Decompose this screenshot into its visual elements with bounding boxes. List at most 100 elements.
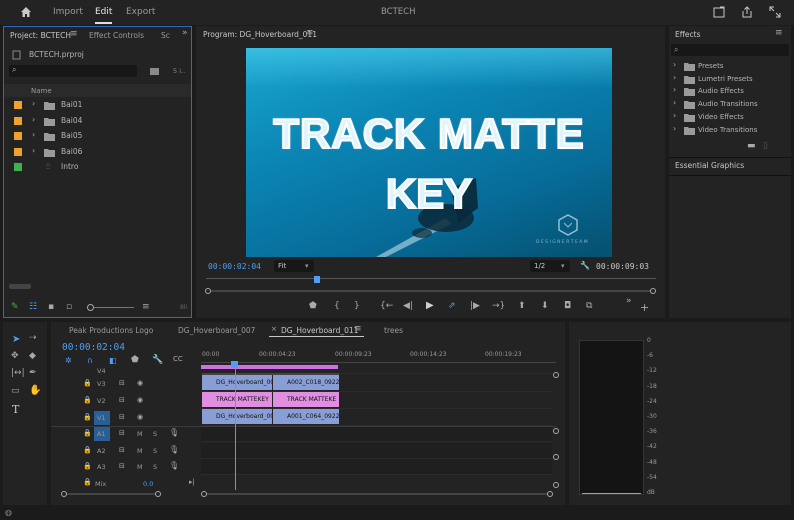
nav-import[interactable]: Import <box>53 7 83 17</box>
resolution-select[interactable]: 1/2 ▾ <box>530 260 570 272</box>
play-icon[interactable]: ▶ <box>426 301 434 311</box>
video-frame[interactable]: TRACK MATTE KEY D E S I G N E R T E A M <box>246 48 612 257</box>
project-item[interactable]: ⫶⫶ Intro <box>4 160 191 175</box>
add-marker-icon[interactable]: ⬟ <box>131 356 139 365</box>
timeline-horizontal-scroll[interactable] <box>201 491 553 497</box>
loop-icon[interactable]: ⇗ <box>448 302 456 311</box>
sync-lock-icon[interactable]: ⊟ <box>119 430 125 437</box>
go-to-end-icon[interactable]: ▸| <box>189 479 195 486</box>
eye-icon[interactable]: ◉ <box>137 397 143 404</box>
panel-menu-icon[interactable]: ≡ <box>70 30 78 39</box>
selection-tool-icon[interactable]: ➤ <box>12 334 20 345</box>
close-tab-icon[interactable]: × <box>271 326 277 333</box>
header-zoom-bar[interactable] <box>61 491 161 497</box>
mute-button[interactable]: M <box>137 447 143 455</box>
tab-project[interactable]: Project: BCTECH <box>10 31 71 40</box>
ripple-edit-icon[interactable]: ✥ <box>11 352 19 361</box>
settings-wrench-icon[interactable]: 🔧 <box>580 261 590 270</box>
mix-value[interactable]: 0.0 <box>143 480 153 488</box>
pencil-icon[interactable]: ✎ <box>11 302 19 312</box>
lock-icon[interactable]: 🔒 <box>83 380 92 387</box>
sync-lock-icon[interactable]: ⊟ <box>119 380 125 387</box>
eye-icon[interactable]: ◉ <box>137 414 143 421</box>
bin-icon[interactable] <box>149 66 160 76</box>
mute-button[interactable]: M <box>137 463 143 471</box>
home-icon[interactable] <box>20 6 32 18</box>
project-item[interactable]: › Bai04 <box>4 114 191 129</box>
sync-lock-icon[interactable]: ⊟ <box>119 446 125 454</box>
share-icon[interactable] <box>741 6 753 18</box>
program-zoom-bar[interactable] <box>205 288 656 294</box>
expand-chevron-icon[interactable]: › <box>32 115 35 124</box>
label-color-swatch[interactable] <box>14 132 22 140</box>
project-item[interactable]: › Bai06 <box>4 145 191 160</box>
expand-chevron-icon[interactable]: › <box>673 111 676 120</box>
tab-source[interactable]: Sc <box>161 31 170 40</box>
linked-selection-icon[interactable]: ∩ <box>87 356 93 365</box>
pen-tool-icon[interactable]: ✒ <box>29 369 37 378</box>
audio-track[interactable]: 🔒 A2 ⊟ M S 🎙 <box>51 442 552 459</box>
solo-button[interactable]: S <box>153 463 157 471</box>
timeline-tab[interactable]: DG_Hoverboard_011 <box>281 326 358 335</box>
tab-effect-controls[interactable]: Effect Controls <box>89 31 144 40</box>
add-marker-icon[interactable]: ⬟ <box>309 302 317 311</box>
status-icon[interactable]: ◍ <box>5 508 12 517</box>
effects-folder[interactable]: › Audio Transitions <box>669 99 789 111</box>
clip-v2-1[interactable]: TRACK MATTEKEY <box>202 392 272 407</box>
program-menu-icon[interactable]: ≡ <box>306 29 314 38</box>
captions-icon[interactable]: CC <box>173 356 183 363</box>
expand-chevron-icon[interactable]: › <box>32 100 35 108</box>
timeline-vertical-scroll[interactable] <box>552 370 560 490</box>
label-color-swatch[interactable] <box>14 147 22 156</box>
freeform-view-icon[interactable]: ▫ <box>66 303 72 312</box>
nav-export[interactable]: Export <box>126 7 155 17</box>
solo-button[interactable]: S <box>153 447 157 455</box>
nav-edit[interactable]: Edit <box>95 7 113 24</box>
clip-v2-2[interactable]: TRACK MATTEKE <box>273 392 339 407</box>
list-view-icon[interactable]: ☷ <box>29 303 37 312</box>
fullscreen-icon[interactable] <box>769 6 781 18</box>
icon-view-icon[interactable]: ▪ <box>48 303 54 312</box>
comparison-view-icon[interactable]: ⧉ <box>586 302 592 311</box>
sync-lock-icon[interactable]: ⊟ <box>119 463 125 470</box>
project-item[interactable]: › Bai05 <box>4 129 191 144</box>
rectangle-tool-icon[interactable]: ▭ <box>11 387 20 396</box>
expand-chevron-icon[interactable]: › <box>673 61 676 69</box>
name-column-header[interactable]: Name <box>31 87 52 95</box>
new-bin-icon[interactable]: ▬ <box>747 142 756 151</box>
program-timecode[interactable]: 00:00:02:04 <box>208 262 261 271</box>
playhead-marker[interactable] <box>314 276 320 283</box>
solo-button[interactable]: S <box>153 430 157 438</box>
lock-icon[interactable]: 🔒 <box>83 479 92 486</box>
microphone-icon[interactable]: 🎙 <box>169 429 179 437</box>
more-tabs-icon[interactable]: » <box>182 29 188 38</box>
sync-lock-icon[interactable]: ⊟ <box>119 414 125 421</box>
clip-v3-1[interactable]: DG_Hoverboard_00 <box>202 375 272 390</box>
microphone-icon[interactable]: 🎙 <box>169 462 179 470</box>
project-scrollbar[interactable] <box>9 284 31 289</box>
hand-tool-icon[interactable]: ✋ <box>29 386 41 396</box>
label-color-swatch[interactable] <box>14 101 22 109</box>
timeline-settings-icon[interactable]: 🔧 <box>152 356 163 365</box>
expand-chevron-icon[interactable]: › <box>32 131 35 139</box>
clip-v1-1[interactable]: DG_Hoverboard_00 <box>202 409 272 424</box>
expand-chevron-icon[interactable]: › <box>673 99 676 107</box>
sort-icon[interactable]: ≡ <box>142 303 150 312</box>
program-scrub-bar[interactable] <box>206 276 656 286</box>
timeline-menu-icon[interactable]: ≡ <box>354 325 362 334</box>
timeline-tab[interactable]: trees <box>384 326 403 335</box>
timeline-tab[interactable]: Peak Productions Logo <box>69 326 153 335</box>
lock-icon[interactable]: 🔒 <box>83 430 92 437</box>
mark-out-icon[interactable]: } <box>354 302 360 311</box>
audio-track[interactable]: 🔒 A1 ⊟ M S 🎙 <box>51 426 552 442</box>
quick-export-icon[interactable] <box>713 6 725 18</box>
effects-folder[interactable]: › Video Transitions <box>669 124 789 137</box>
project-item[interactable]: › Bai01 <box>4 98 191 113</box>
track-select-icon[interactable]: ⇢ <box>29 334 37 343</box>
go-to-in-icon[interactable]: {← <box>380 302 393 311</box>
lock-icon[interactable]: 🔒 <box>83 446 92 454</box>
clip-v3-2[interactable]: A002_C018_0922 <box>273 375 339 390</box>
step-forward-icon[interactable]: |▶ <box>470 302 480 311</box>
button-editor-icon[interactable]: + <box>640 302 649 313</box>
clip-v1-2[interactable]: A001_C064_0922 <box>273 409 339 424</box>
